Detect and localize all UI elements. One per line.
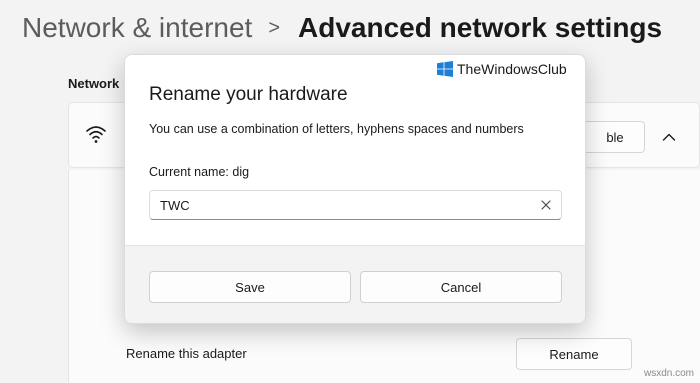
close-icon[interactable] [539, 198, 553, 212]
cancel-button[interactable]: Cancel [360, 271, 562, 303]
save-button[interactable]: Save [149, 271, 351, 303]
current-name-label: Current name: dig [149, 165, 250, 179]
section-title: Network [68, 76, 120, 91]
breadcrumb-separator: > [268, 16, 281, 39]
dialog-footer: Save Cancel [125, 245, 585, 323]
chevron-up-icon[interactable] [655, 123, 683, 151]
breadcrumb-parent[interactable]: Network & internet [22, 12, 252, 44]
name-field[interactable] [149, 190, 562, 220]
breadcrumb: Network & internet > Advanced network se… [22, 8, 662, 48]
disable-button-label: ble [606, 129, 624, 145]
name-input[interactable] [160, 191, 520, 219]
dialog-title: Rename your hardware [149, 84, 348, 105]
brand-text: TheWindowsClub [457, 61, 567, 77]
windows-logo-icon [437, 61, 453, 77]
rename-button[interactable]: Rename [516, 338, 632, 370]
page-title: Advanced network settings [298, 12, 663, 43]
dialog-description: You can use a combination of letters, hy… [149, 122, 524, 136]
watermark: wsxdn.com [643, 368, 694, 379]
rename-dialog: Rename your hardware You can use a combi… [124, 54, 586, 324]
wifi-icon [85, 123, 107, 145]
brand-logo: TheWindowsClub [437, 61, 567, 77]
rename-adapter-label: Rename this adapter [126, 346, 247, 361]
